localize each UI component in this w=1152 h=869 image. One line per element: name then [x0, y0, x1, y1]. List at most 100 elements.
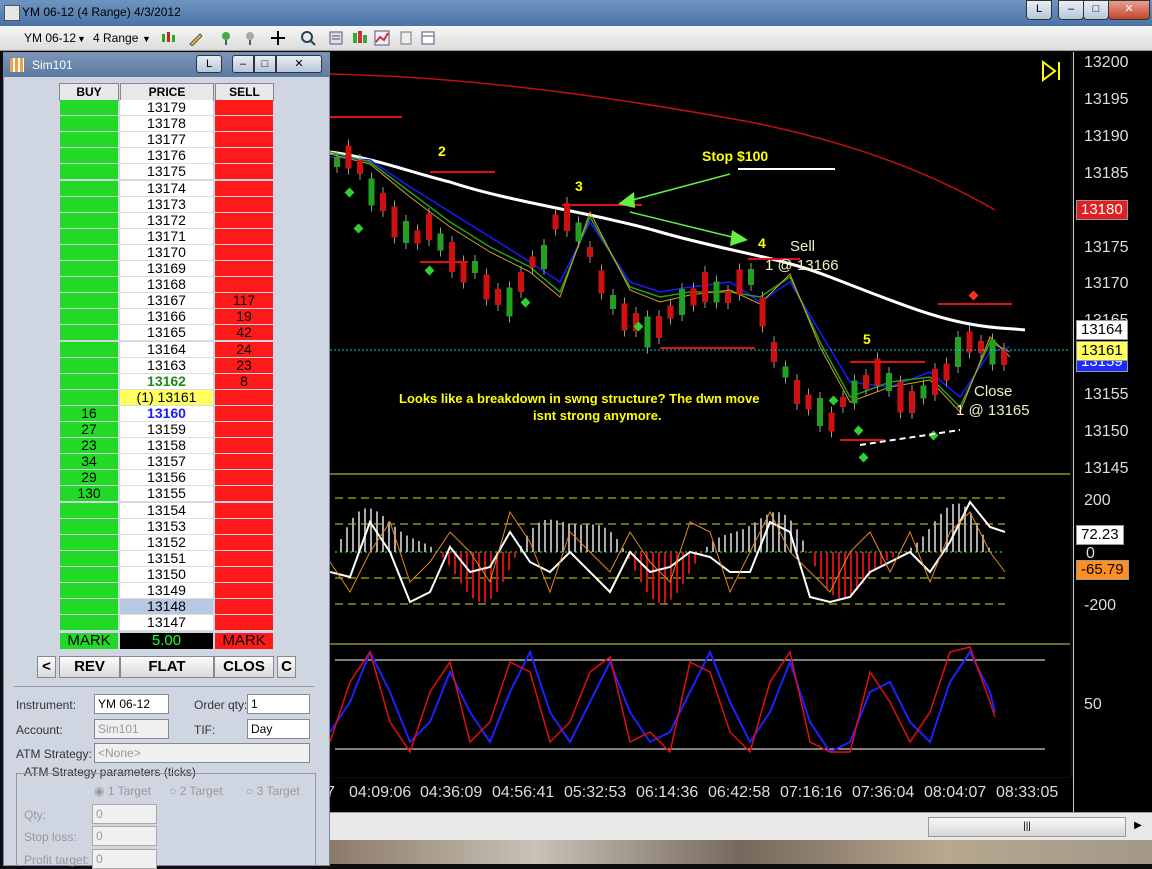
pencil-icon[interactable] [188, 30, 204, 46]
price-cell[interactable]: 13175 [120, 164, 213, 181]
price-cell[interactable]: 13157 [120, 454, 213, 471]
buy-cell[interactable]: 16 [60, 405, 118, 421]
buy-cell[interactable]: 29 [60, 470, 118, 486]
sell-cell[interactable]: 8 [215, 373, 273, 389]
buy-cell[interactable]: 23 [60, 438, 118, 454]
close-icon[interactable]: ✕ [1108, 0, 1150, 20]
price-cell[interactable]: (1) 13161 [120, 389, 213, 406]
buy-cell[interactable] [60, 196, 118, 212]
buy-cell[interactable] [60, 293, 118, 309]
strategy-icon[interactable] [374, 30, 390, 46]
reverse-button[interactable]: REV [59, 656, 120, 678]
buy-cell[interactable] [60, 534, 118, 550]
buy-cell[interactable] [60, 277, 118, 293]
price-cell[interactable]: 13160 [120, 405, 213, 422]
price-chart[interactable]: 2 3 4 5 Stop $100 Sell 1 @ 13166 Close 1… [330, 52, 1070, 777]
price-cell[interactable]: 13151 [120, 550, 213, 567]
sell-cell[interactable] [215, 502, 273, 518]
minimize-icon[interactable]: – [1058, 0, 1084, 20]
close-position-button[interactable]: CLOS [214, 656, 274, 678]
buy-cell[interactable] [60, 309, 118, 325]
buy-cell[interactable] [60, 389, 118, 405]
indicators-icon[interactable] [352, 30, 368, 46]
sell-cell[interactable] [215, 518, 273, 534]
buy-cell[interactable]: 130 [60, 486, 118, 502]
buy-cell[interactable] [60, 212, 118, 228]
scroll-right-icon[interactable]: ▶ [1130, 817, 1146, 835]
crosshair-icon[interactable] [270, 30, 286, 46]
price-cell[interactable]: 13163 [120, 357, 213, 374]
account-dropdown[interactable]: Sim101 [94, 719, 169, 739]
maximize-icon[interactable]: □ [254, 55, 276, 73]
sell-cell[interactable] [215, 164, 273, 180]
sell-cell[interactable] [215, 583, 273, 598]
buy-cell[interactable] [60, 566, 118, 582]
price-axis[interactable]: 1320013195131901318513180131751317013165… [1073, 52, 1152, 812]
pin-off-icon[interactable] [242, 30, 258, 46]
sell-cell[interactable] [215, 261, 273, 276]
buy-cell[interactable] [60, 261, 118, 276]
price-cell[interactable]: 13170 [120, 244, 213, 261]
buy-cell[interactable] [60, 180, 118, 196]
price-cell[interactable]: 13179 [120, 100, 213, 116]
export-icon[interactable] [398, 30, 414, 46]
sell-cell[interactable] [215, 277, 273, 293]
properties-icon[interactable] [328, 30, 344, 46]
price-cell[interactable]: 13164 [120, 341, 213, 358]
sell-cell[interactable] [215, 116, 273, 132]
price-cell[interactable]: 13172 [120, 212, 213, 229]
sell-cell[interactable] [215, 148, 273, 164]
sell-cell[interactable] [215, 228, 273, 244]
buy-cell[interactable] [60, 341, 118, 357]
zoom-icon[interactable] [300, 30, 316, 46]
sell-cell[interactable]: 117 [215, 293, 273, 309]
sell-cell[interactable] [215, 566, 273, 582]
buy-cell[interactable] [60, 373, 118, 389]
tif-dropdown[interactable]: Day [247, 719, 310, 739]
buy-cell[interactable]: 27 [60, 422, 118, 437]
sell-cell[interactable] [215, 486, 273, 502]
atm-strategy-dropdown[interactable]: <None> [94, 743, 310, 763]
profit-target-stepper[interactable]: 0 [92, 849, 157, 869]
buy-cell[interactable] [60, 583, 118, 598]
sell-cell[interactable] [215, 100, 273, 115]
instrument-selector[interactable]: YM 06-12 [24, 31, 76, 45]
sell-cell[interactable] [215, 599, 273, 615]
radio-1-target[interactable]: ◉ 1 Target [94, 784, 151, 798]
buy-cell[interactable]: 34 [60, 454, 118, 470]
price-cell[interactable]: 13168 [120, 277, 213, 294]
maximize-icon[interactable]: □ [1083, 0, 1109, 20]
price-cell[interactable]: 13177 [120, 132, 213, 149]
chevron-down-icon[interactable]: ▼ [77, 34, 86, 44]
buy-cell[interactable] [60, 550, 118, 566]
price-cell[interactable]: 13169 [120, 261, 213, 277]
sell-cell[interactable] [215, 180, 273, 196]
price-cell[interactable]: 13165 [120, 325, 213, 342]
sell-cell[interactable]: 42 [215, 325, 273, 341]
price-cell[interactable]: 13178 [120, 116, 213, 133]
buy-cell[interactable] [60, 615, 118, 631]
horizontal-scrollbar[interactable]: ||| ▶ [330, 812, 1152, 841]
sell-cell[interactable] [215, 470, 273, 486]
sell-cell[interactable] [215, 615, 273, 631]
time-axis[interactable]: 7 04:09:06 04:36:09 04:56:41 05:32:53 06:14:3… [326, 778, 1073, 812]
price-cell[interactable]: 13154 [120, 502, 213, 519]
price-cell[interactable]: 13166 [120, 309, 213, 326]
buy-cell[interactable] [60, 325, 118, 341]
sell-cell[interactable] [215, 132, 273, 148]
buy-cell[interactable] [60, 100, 118, 115]
stop-loss-stepper[interactable]: 0 [92, 826, 157, 846]
radio-2-target[interactable]: ○ 2 Target [169, 784, 223, 798]
sell-cell[interactable]: 24 [215, 341, 273, 357]
link-button[interactable]: L [1026, 0, 1052, 20]
close-icon[interactable]: ✕ [276, 55, 322, 73]
center-button[interactable]: C [277, 656, 296, 678]
buy-cell[interactable] [60, 518, 118, 534]
radio-3-target[interactable]: ○ 3 Target [246, 784, 300, 798]
buy-cell[interactable] [60, 148, 118, 164]
minimize-icon[interactable]: – [232, 55, 254, 73]
candlestick-icon[interactable] [160, 30, 176, 46]
period-selector[interactable]: 4 Range [93, 31, 138, 45]
sell-cell[interactable]: 19 [215, 309, 273, 325]
price-cell[interactable]: 13162 [120, 373, 213, 390]
